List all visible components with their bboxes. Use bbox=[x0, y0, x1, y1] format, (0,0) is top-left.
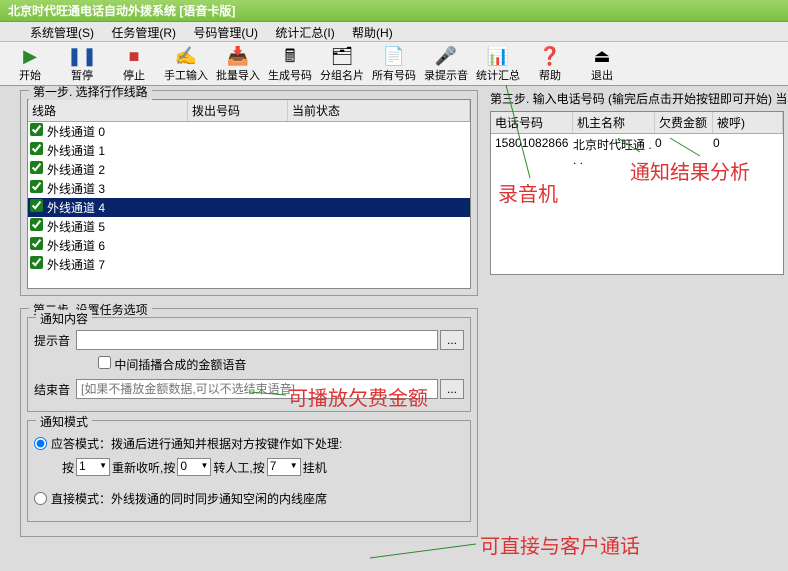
notify-content-legend: 通知内容 bbox=[36, 310, 92, 327]
cell-phone: 15801082866 bbox=[491, 136, 573, 167]
line-row[interactable]: 外线通道 6 bbox=[28, 236, 470, 255]
all-number-button[interactable]: 📄所有号码 bbox=[368, 44, 420, 83]
key1-select[interactable]: 1 bbox=[76, 458, 110, 476]
line-label: 外线通道 7 bbox=[47, 258, 105, 272]
import-icon: 📥 bbox=[227, 45, 249, 67]
menu-help[interactable]: 帮助(H) bbox=[352, 26, 393, 40]
col-called[interactable]: 被呼) bbox=[713, 112, 783, 133]
col-dial[interactable]: 拨出号码 bbox=[188, 100, 288, 121]
direct-mode-radio[interactable] bbox=[34, 492, 47, 505]
line-label: 外线通道 4 bbox=[47, 201, 105, 215]
toolbar: ▶开始 ❚❚暂停 ■停止 ✍手工输入 📥批量导入 🖩生成号码 🗂分组名片 📄所有… bbox=[0, 42, 788, 86]
number-row[interactable]: 15801082866北京时代旺通 . . .00 bbox=[491, 134, 783, 169]
col-state[interactable]: 当前状态 bbox=[288, 100, 470, 121]
gen-number-button[interactable]: 🖩生成号码 bbox=[264, 44, 316, 83]
window-title: 北京时代旺通电话自动外拨系统 [语音卡版] bbox=[0, 0, 788, 22]
hand-icon: ✍ bbox=[175, 45, 197, 67]
line-checkbox[interactable] bbox=[30, 199, 43, 212]
play-icon: ▶ bbox=[23, 45, 37, 67]
line-label: 外线通道 2 bbox=[47, 163, 105, 177]
help-button[interactable]: ❓帮助 bbox=[524, 44, 576, 83]
pause-icon: ❚❚ bbox=[67, 45, 97, 67]
key0-select[interactable]: 0 bbox=[177, 458, 211, 476]
end-input[interactable] bbox=[76, 379, 438, 399]
line-label: 外线通道 0 bbox=[47, 125, 105, 139]
press-label: 按 bbox=[62, 459, 74, 476]
manual-input-button[interactable]: ✍手工输入 bbox=[160, 44, 212, 83]
line-checkbox[interactable] bbox=[30, 237, 43, 250]
line-checkbox[interactable] bbox=[30, 218, 43, 231]
col-phone[interactable]: 电话号码 bbox=[491, 112, 573, 133]
menu-task[interactable]: 任务管理(R) bbox=[111, 26, 176, 40]
step3-legend: 第三步. 输入电话号码 (输完后点击开始按钮即可开始) 当前号 bbox=[490, 90, 784, 107]
line-row[interactable]: 外线通道 2 bbox=[28, 160, 470, 179]
notify-mode-legend: 通知模式 bbox=[36, 413, 92, 430]
line-label: 外线通道 1 bbox=[47, 144, 105, 158]
line-label: 外线通道 3 bbox=[47, 182, 105, 196]
prompt-input[interactable] bbox=[76, 330, 438, 350]
line-checkbox[interactable] bbox=[30, 180, 43, 193]
line-checkbox[interactable] bbox=[30, 161, 43, 174]
exit-icon: ⏏ bbox=[593, 45, 610, 67]
line-label: 外线通道 6 bbox=[47, 239, 105, 253]
line-row[interactable]: 外线通道 5 bbox=[28, 217, 470, 236]
start-button[interactable]: ▶开始 bbox=[4, 44, 56, 83]
end-label: 结束音 bbox=[34, 381, 76, 398]
prompt-browse-button[interactable]: ... bbox=[440, 330, 464, 350]
menu-stats[interactable]: 统计汇总(I) bbox=[275, 26, 334, 40]
stop-button[interactable]: ■停止 bbox=[108, 44, 160, 83]
mic-icon: 🎤 bbox=[435, 45, 457, 67]
number-table: 电话号码 机主名称 欠费金额 被呼) 15801082866北京时代旺通 . .… bbox=[490, 111, 784, 275]
answer-mode-radio[interactable] bbox=[34, 437, 47, 450]
record-hint-button[interactable]: 🎤录提示音 bbox=[420, 44, 472, 83]
chart-icon: 📊 bbox=[487, 45, 509, 67]
line-row[interactable]: 外线通道 7 bbox=[28, 255, 470, 274]
end-browse-button[interactable]: ... bbox=[440, 379, 464, 399]
line-row[interactable]: 外线通道 3 bbox=[28, 179, 470, 198]
line-row[interactable]: 外线通道 1 bbox=[28, 141, 470, 160]
menu-number[interactable]: 号码管理(U) bbox=[193, 26, 258, 40]
help-icon: ❓ bbox=[539, 45, 561, 67]
transfer-label: 转人工,按 bbox=[213, 459, 264, 476]
col-line[interactable]: 线路 bbox=[28, 100, 188, 121]
notify-mode-group: 通知模式 应答模式：拨通后进行通知并根据对方按键作如下处理: 按 1 重新收听,… bbox=[27, 420, 471, 522]
line-row[interactable]: 外线通道 4 bbox=[28, 198, 470, 217]
line-row[interactable]: 外线通道 0 bbox=[28, 122, 470, 141]
cell-owner: 北京时代旺通 . . . bbox=[573, 136, 655, 167]
col-owner[interactable]: 机主名称 bbox=[573, 112, 655, 133]
prompt-label: 提示音 bbox=[34, 332, 76, 349]
answer-mode-label: 应答模式：拨通后进行通知并根据对方按键作如下处理: bbox=[51, 435, 342, 452]
stop-icon: ■ bbox=[129, 45, 140, 67]
mid-insert-label: 中间插播合成的金额语音 bbox=[114, 358, 246, 372]
step1-group: 第一步. 选择行作线路 线路 拨出号码 当前状态 外线通道 0外线通道 1外线通… bbox=[20, 90, 478, 296]
menu-bar: 系统管理(S) 任务管理(R) 号码管理(U) 统计汇总(I) 帮助(H) bbox=[0, 22, 788, 42]
line-label: 外线通道 5 bbox=[47, 220, 105, 234]
line-checkbox[interactable] bbox=[30, 142, 43, 155]
line-checkbox[interactable] bbox=[30, 123, 43, 136]
cell-owed: 0 bbox=[655, 136, 713, 167]
step2-group: 第二步. 设置任务选项 通知内容 提示音 ... 中间插播合成的金额语音 结束音… bbox=[20, 308, 478, 537]
direct-mode-label: 直接模式：外线拨通的同时同步通知空闲的内线座席 bbox=[51, 490, 327, 507]
batch-import-button[interactable]: 📥批量导入 bbox=[212, 44, 264, 83]
key7-select[interactable]: 7 bbox=[267, 458, 301, 476]
step1-legend: 第一步. 选择行作线路 bbox=[29, 86, 152, 100]
calc-icon: 🖩 bbox=[285, 45, 296, 67]
stat-sum-button[interactable]: 📊统计汇总 bbox=[472, 44, 524, 83]
line-table: 线路 拨出号码 当前状态 外线通道 0 外线通道 1 外线通道 2 外线通道 3 外线通… bbox=[27, 99, 471, 289]
col-owed[interactable]: 欠费金额 bbox=[655, 112, 713, 133]
line-checkbox[interactable] bbox=[30, 256, 43, 269]
list-icon: 📄 bbox=[383, 45, 405, 67]
pause-button[interactable]: ❚❚暂停 bbox=[56, 44, 108, 83]
card-icon: 🗂 bbox=[331, 45, 354, 67]
exit-button[interactable]: ⏏退出 bbox=[576, 44, 628, 83]
notify-content-group: 通知内容 提示音 ... 中间插播合成的金额语音 结束音 ... bbox=[27, 317, 471, 412]
hangup-label: 挂机 bbox=[303, 459, 327, 476]
mid-insert-checkbox[interactable] bbox=[98, 356, 111, 369]
group-card-button[interactable]: 🗂分组名片 bbox=[316, 44, 368, 83]
menu-system[interactable]: 系统管理(S) bbox=[30, 26, 94, 40]
redial-label: 重新收听,按 bbox=[112, 459, 175, 476]
cell-called: 0 bbox=[713, 136, 783, 167]
